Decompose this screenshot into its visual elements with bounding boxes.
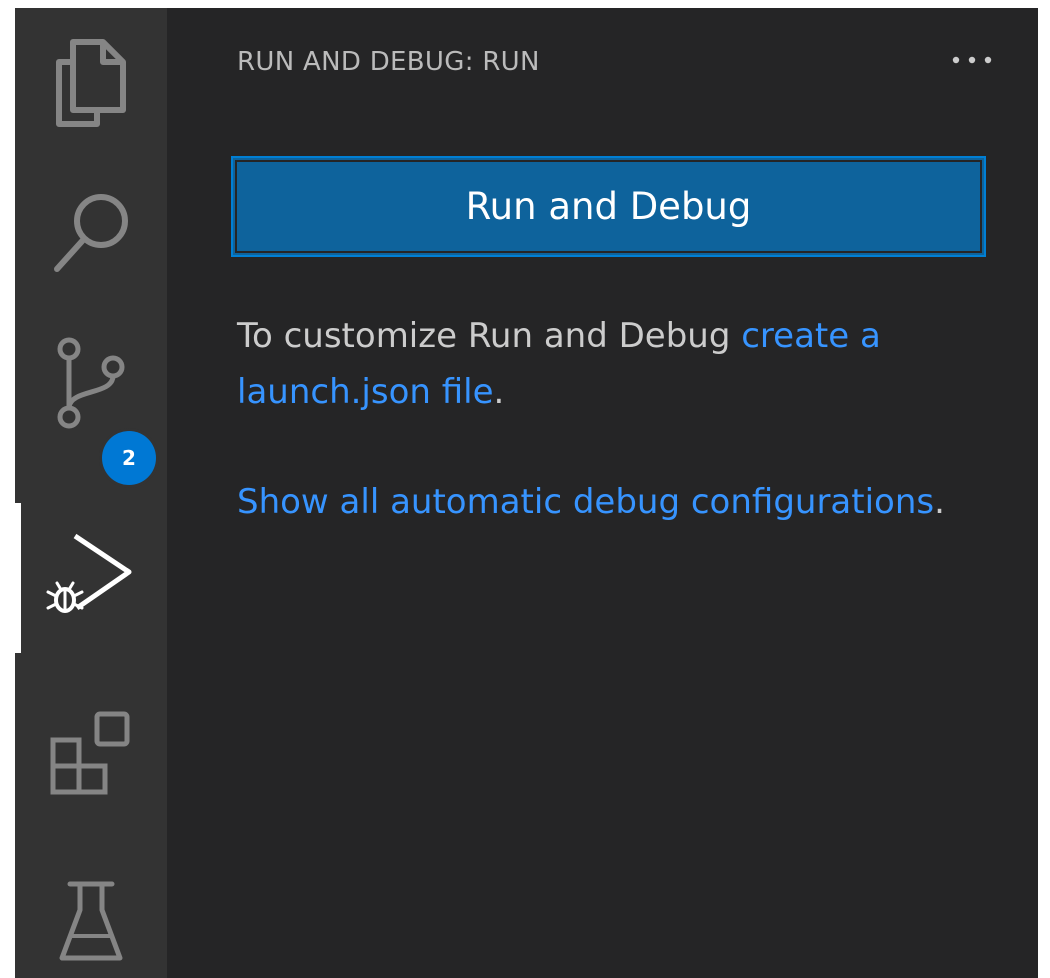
customize-message: To customize Run and Debug create a laun… (237, 308, 997, 420)
extensions-icon (50, 711, 130, 795)
period: . (493, 372, 505, 412)
vscode-window: 2 RUN AND DEBUG: RUN Run and Debug To cu… (0, 0, 1050, 978)
customize-text: To customize Run and Debug (237, 316, 742, 356)
run-and-debug-view: RUN AND DEBUG: RUN Run and Debug To cust… (167, 8, 1038, 978)
view-title: RUN AND DEBUG: RUN (237, 47, 540, 77)
search-icon (54, 194, 128, 272)
activity-item-extensions[interactable] (15, 678, 167, 828)
activity-bar: 2 (15, 8, 167, 978)
period: . (934, 482, 945, 522)
files-icon (56, 39, 126, 127)
run-debug-icon (46, 533, 132, 613)
ellipsis-icon (952, 56, 992, 64)
run-and-debug-button[interactable]: Run and Debug (231, 156, 986, 257)
beaker-icon (59, 881, 123, 961)
show-all-message: Show all automatic debug configurations. (237, 474, 997, 530)
more-actions-button[interactable] (937, 38, 1007, 82)
source-control-badge: 2 (102, 431, 156, 485)
activity-item-explorer[interactable] (15, 8, 167, 158)
source-control-icon (57, 337, 125, 429)
show-all-configurations-link[interactable]: Show all automatic debug configurations (237, 482, 934, 522)
activity-item-testing[interactable] (15, 848, 167, 978)
activity-item-search[interactable] (15, 158, 167, 308)
activity-item-run-and-debug[interactable] (15, 503, 167, 653)
